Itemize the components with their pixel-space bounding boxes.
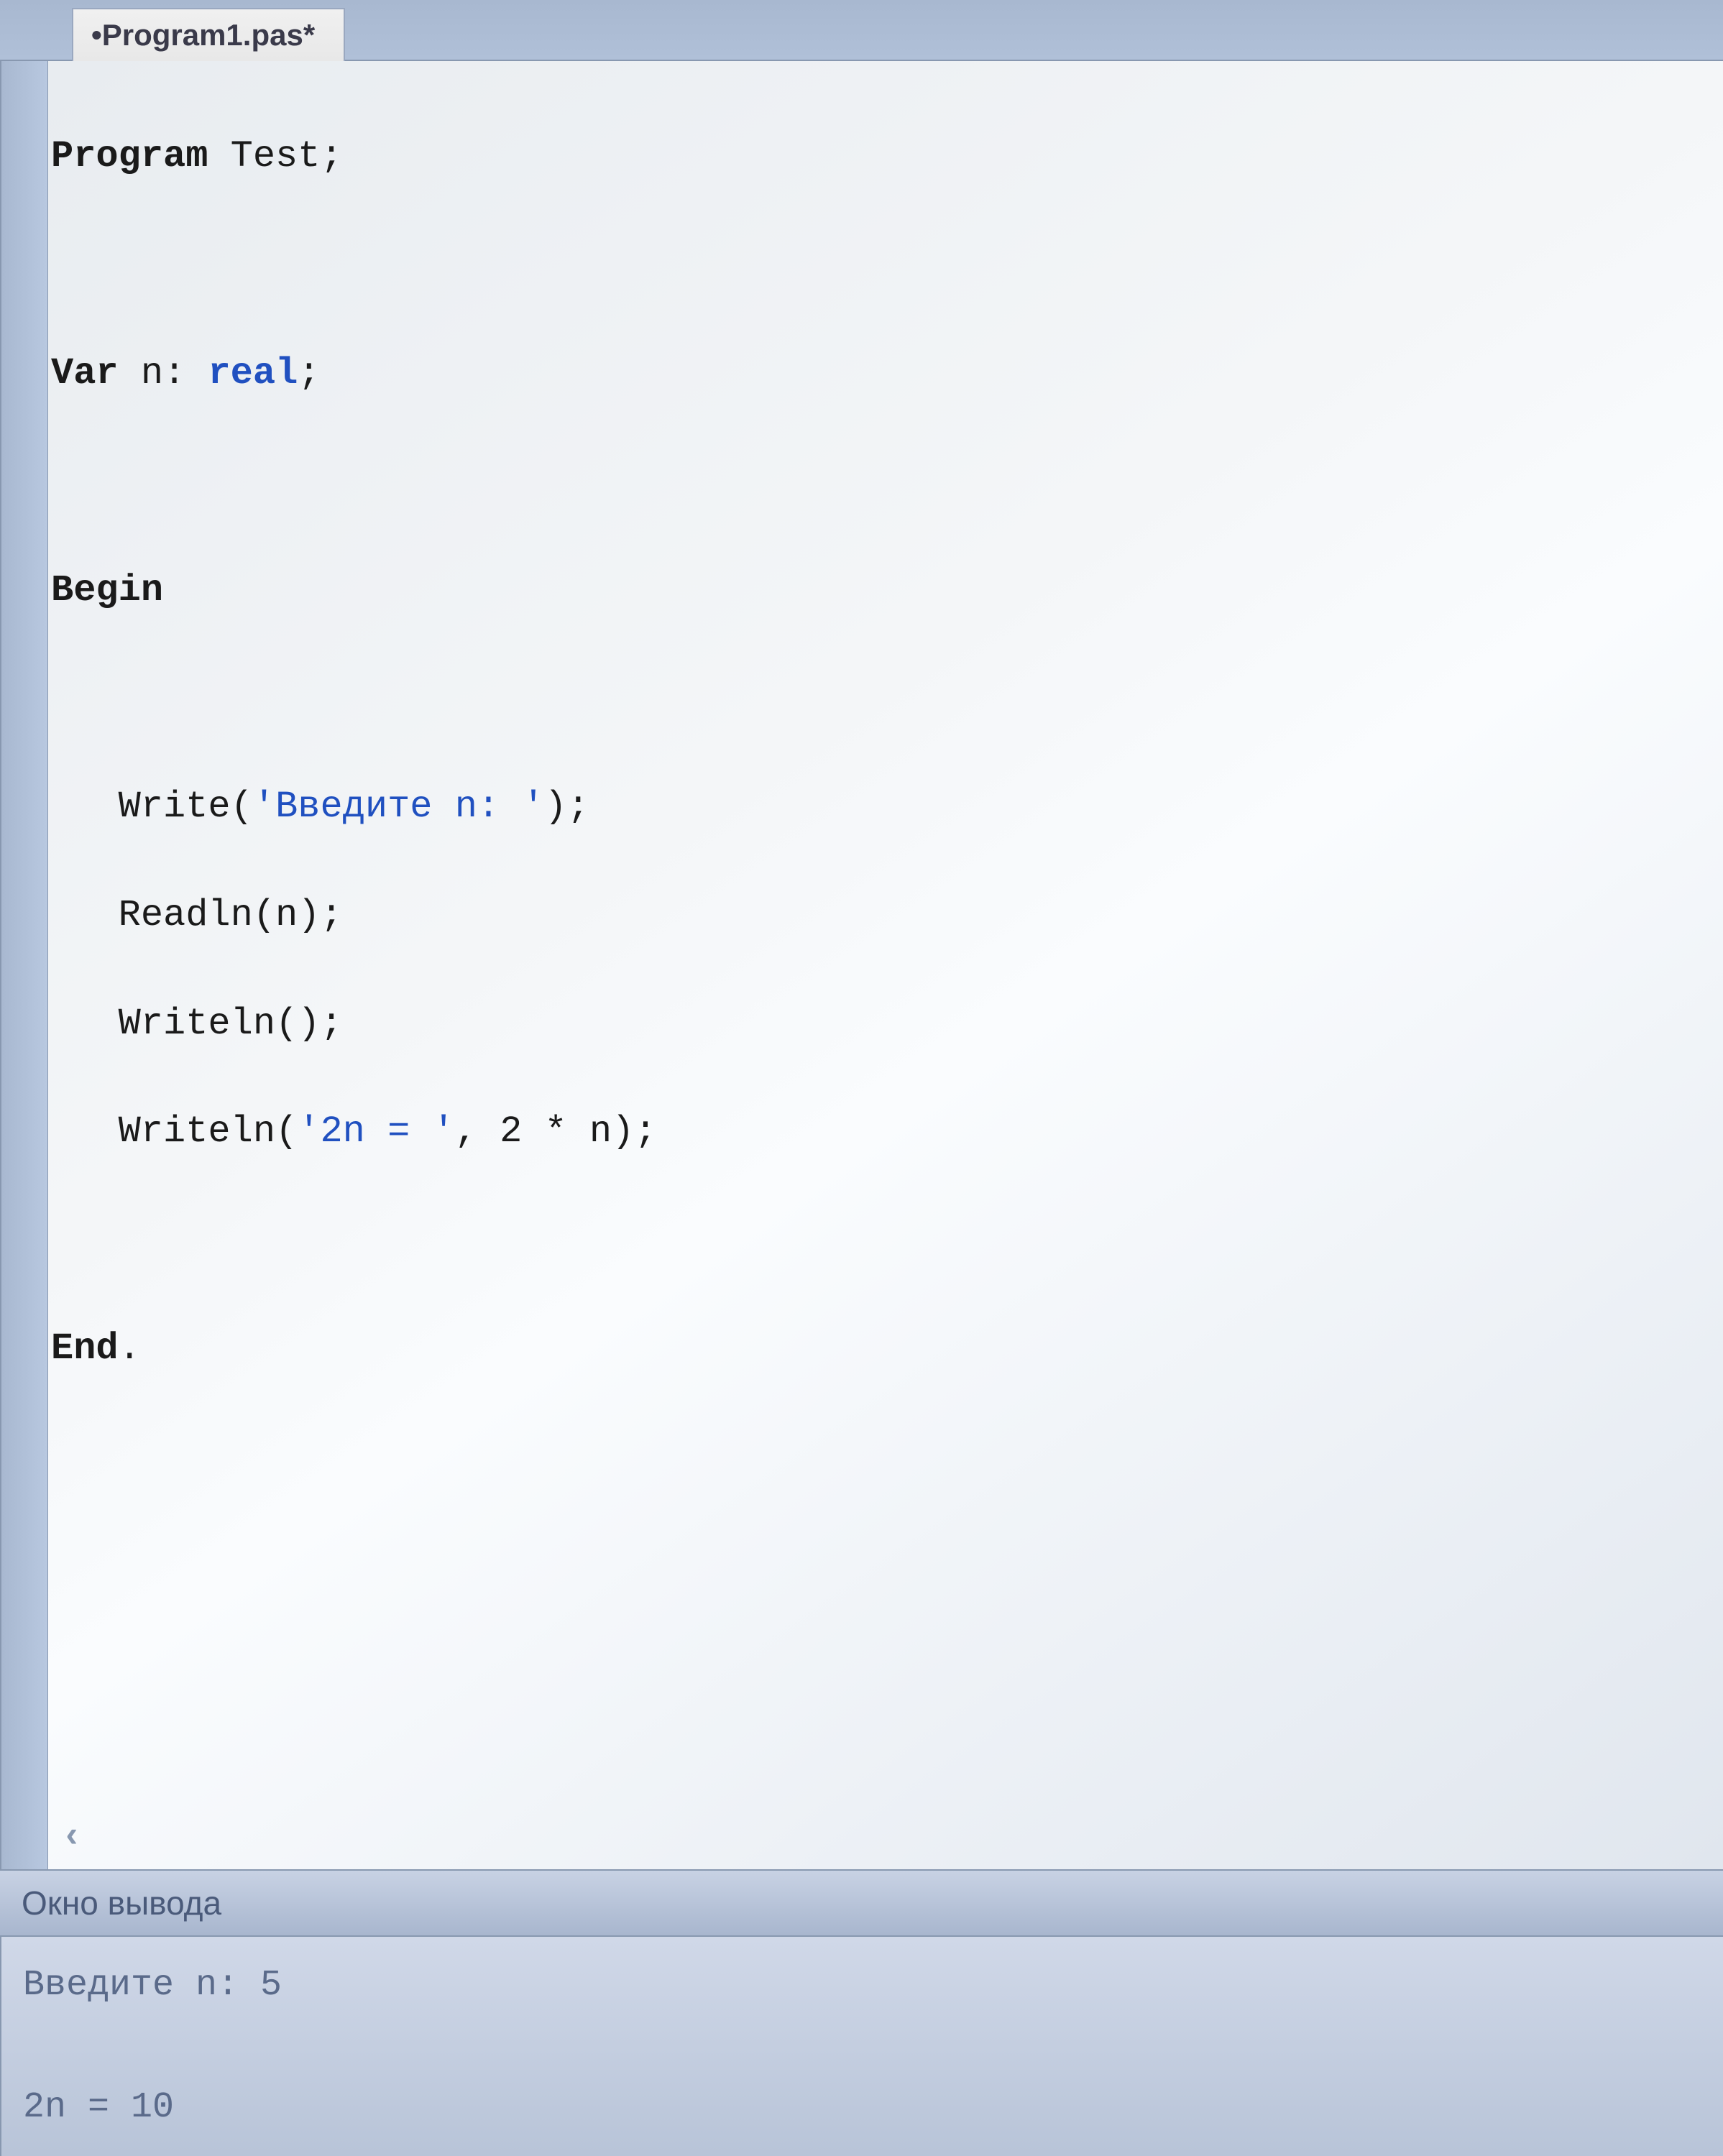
output-panel-title: Окно вывода (0, 1869, 1723, 1937)
code-text: ; (298, 352, 320, 395)
code-text: n: (119, 352, 208, 395)
code-text: Write( (51, 786, 253, 828)
code-text: Writeln( (51, 1110, 298, 1153)
code-text: Test; (208, 135, 342, 178)
code-text: , 2 * n); (455, 1110, 657, 1153)
type-real: real (208, 352, 298, 395)
string-literal: '2n = ' (298, 1110, 454, 1153)
string-literal: 'Введите n: ' (253, 786, 545, 828)
code-text: Readln(n); (51, 894, 343, 936)
keyword-program: Program (51, 135, 208, 178)
scroll-left-icon[interactable]: ‹ (61, 1812, 83, 1864)
code-text: . (119, 1327, 141, 1370)
code-text: Writeln(); (51, 1003, 343, 1045)
gutter (1, 61, 48, 1869)
output-panel[interactable]: Введите n: 5 2n = 10 (0, 1937, 1723, 2156)
code-editor[interactable]: Program Test; Var n: real; Begin Write('… (48, 61, 1723, 1869)
keyword-end: End (51, 1327, 119, 1370)
editor-area: Program Test; Var n: real; Begin Write('… (0, 61, 1723, 1869)
keyword-begin: Begin (51, 569, 163, 612)
tab-bar: •Program1.pas* (0, 0, 1723, 61)
output-line: 2n = 10 (23, 2087, 174, 2128)
ide-window: •Program1.pas* Program Test; Var n: real… (0, 0, 1723, 2156)
file-tab[interactable]: •Program1.pas* (72, 8, 345, 61)
code-text: ); (545, 786, 589, 828)
keyword-var: Var (51, 352, 119, 395)
output-line: Введите n: 5 (23, 1965, 282, 2006)
